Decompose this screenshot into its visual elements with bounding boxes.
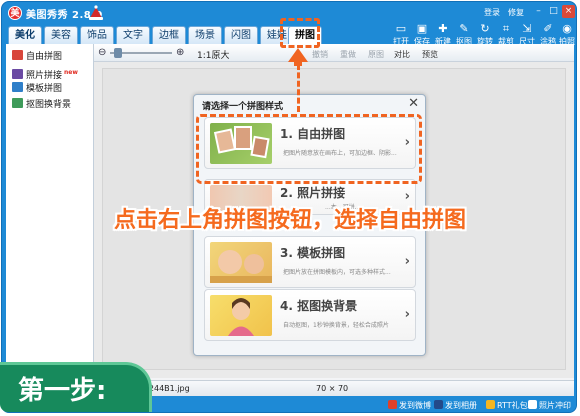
photo-print-link[interactable]: 照片冲印 — [528, 400, 571, 411]
tab-text[interactable]: 文字 — [116, 26, 150, 44]
sidebar-item-free-collage[interactable]: 自由拼图 — [12, 50, 62, 64]
template-collage-thumbnail — [210, 242, 272, 283]
tab-scene[interactable]: 场景 — [188, 26, 222, 44]
new-icon: ✚ — [438, 22, 448, 35]
save-icon: ▣ — [416, 22, 428, 35]
share-weibo-link[interactable]: 发到微博 — [388, 400, 431, 411]
tab-beauty[interactable]: 美容 — [44, 26, 78, 44]
chevron-right-icon: › — [404, 307, 410, 322]
maximize-button[interactable]: □ — [547, 5, 560, 18]
brush-icon: ✐ — [543, 22, 553, 35]
option-description: 自动抠图，1秒钟换背景，轻松合成照片 — [283, 322, 389, 329]
compare-button[interactable]: 对比 — [394, 49, 410, 60]
tab-beautify[interactable]: 美化 — [8, 26, 42, 44]
zoom-slider-thumb[interactable] — [114, 48, 122, 58]
option-title: 2. 照片拼接 — [280, 186, 346, 200]
sidebar-item-template-collage[interactable]: 模板拼图 — [12, 82, 62, 96]
image-size: 70 × 70 — [316, 384, 349, 393]
option-cutout-background[interactable]: 4. 抠图换背景 自动抠图，1秒钟换背景，轻松合成照片 › — [204, 289, 416, 341]
original-button[interactable]: 原图 — [368, 49, 384, 60]
rotate-icon: ↻ — [480, 22, 490, 35]
tab-border[interactable]: 边框 — [152, 26, 186, 44]
free-collage-highlight — [196, 114, 422, 184]
tutorial-instruction: 点击右上角拼图按钮，选择自由拼图 — [113, 208, 466, 233]
option-title: 4. 抠图换背景 — [280, 299, 358, 313]
weibo-icon — [388, 400, 397, 409]
crop-icon: ⌗ — [502, 22, 510, 35]
gift-icon — [486, 400, 495, 409]
new-badge: new — [64, 69, 78, 76]
sidebar-item-photo-stitch[interactable]: 照片拼接 new — [12, 66, 78, 81]
guide-dashed-line — [297, 64, 300, 112]
free-collage-icon — [12, 50, 23, 60]
step-badge: 第一步: — [0, 362, 152, 412]
undo-button[interactable]: 撤销 — [312, 49, 328, 60]
app-logo-icon: 美 — [8, 6, 22, 20]
status-bar: x09244B1.jpg 70 × 70 — [94, 380, 574, 396]
option-title: 3. 模板拼图 — [280, 246, 346, 260]
dialog-title: 请选择一个拼图样式 — [202, 102, 284, 112]
christmas-hat-icon — [89, 5, 103, 20]
option-template-collage[interactable]: 3. 模板拼图 把图片放在拼图模板内，可选多种样式... › — [204, 236, 416, 288]
option-description: 把图片放在拼图模板内，可选多种样式... — [283, 269, 391, 276]
cutout-icon: ✎ — [459, 22, 469, 35]
zoom-out-icon[interactable]: ⊖ — [98, 47, 106, 58]
cutout-background-thumbnail — [210, 295, 272, 336]
tab-accessories[interactable]: 饰品 — [80, 26, 114, 44]
camera-icon: ◉ — [562, 22, 572, 35]
resize-icon: ⇲ — [522, 22, 532, 35]
template-collage-icon — [12, 82, 23, 92]
step-label: 第一步: — [18, 376, 107, 406]
cutout-background-icon — [12, 98, 23, 108]
sidebar-item-cutout-background[interactable]: 抠图换背景 — [12, 98, 71, 112]
login-link[interactable]: 登录 — [484, 7, 500, 18]
share-album-link[interactable]: 发到相册 — [434, 400, 477, 411]
preview-button[interactable]: 预览 — [422, 49, 438, 60]
repair-link[interactable]: 修复 — [508, 7, 524, 18]
minimize-button[interactable]: – — [532, 5, 545, 18]
redo-button[interactable]: 重做 — [340, 49, 356, 60]
photo-stitch-icon — [12, 69, 23, 79]
zoom-ratio[interactable]: 1:1原大 — [197, 48, 230, 61]
zoom-in-icon[interactable]: ⊕ — [176, 47, 184, 58]
print-icon — [528, 400, 537, 409]
canvas-toolbar: ⊖ ⊕ 1:1原大 撤销 重做 原图 对比 预览 — [94, 44, 574, 62]
close-button[interactable]: × — [562, 5, 575, 18]
collage-tab-highlight — [280, 18, 320, 48]
folder-icon: ▭ — [395, 22, 407, 35]
tab-flash[interactable]: 闪图 — [224, 26, 258, 44]
gift-link[interactable]: RTT礼包 — [486, 400, 528, 411]
album-icon — [434, 400, 443, 409]
chevron-right-icon: › — [404, 254, 410, 269]
dialog-close-icon[interactable]: ✕ — [408, 96, 419, 111]
